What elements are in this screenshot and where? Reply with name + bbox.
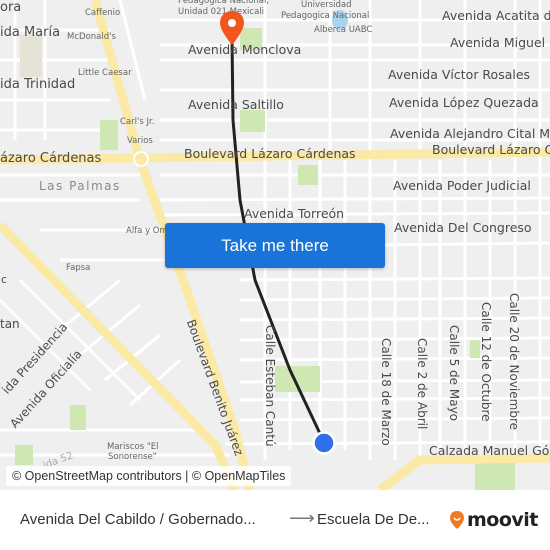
street-label: Calzada Manuel Góm xyxy=(429,443,550,458)
street-label: Calle 20 de Noviembre xyxy=(507,293,521,430)
street-label: ora xyxy=(0,0,22,15)
street-label: c xyxy=(1,273,8,286)
map-attribution[interactable]: © OpenStreetMap contributors | © OpenMap… xyxy=(6,466,292,486)
origin-dot-icon[interactable] xyxy=(312,431,336,455)
street-label: Avenida Del Congreso xyxy=(394,220,532,235)
street-label: ázaro Cárdenas xyxy=(0,151,102,166)
poi-label: Alfa y Om xyxy=(126,226,168,236)
street-label: Avenida Saltillo xyxy=(188,97,284,112)
take-me-there-button[interactable]: Take me there xyxy=(165,223,385,268)
street-label: ida María xyxy=(0,25,61,40)
street-label: Avenida Acatita de xyxy=(442,8,550,23)
destination-pin-icon[interactable] xyxy=(219,10,245,46)
street-label: Calle 12 de Octubre xyxy=(479,302,493,422)
street-label: Boulevard Lázaro Cárdenas xyxy=(184,146,356,161)
poi-label: Sonorense" xyxy=(108,452,157,462)
destination-name: Escuela De De... xyxy=(317,511,430,528)
district-label: Las Palmas xyxy=(39,179,121,193)
poi-label: Pedagogica Nacional, xyxy=(178,0,270,6)
moovit-logo[interactable]: moovit xyxy=(449,509,538,531)
poi-label: Little Caesar xyxy=(78,68,132,78)
street-label: Calle 18 de Marzo xyxy=(379,338,393,446)
street-label: Boulevard Lázaro Cárdenas xyxy=(432,142,550,157)
building-block xyxy=(20,35,42,77)
map[interactable]: ida María ida Trinidad ora ázaro Cárdena… xyxy=(0,0,550,490)
street-label: Avenida López Quezada xyxy=(389,95,539,110)
street-label: ida Trinidad xyxy=(0,77,76,92)
poi-label: Varios xyxy=(127,136,153,146)
street-label: Avenida Torreón xyxy=(244,206,345,221)
street-label: Avenida Miguel B xyxy=(450,35,550,50)
poi-label: Alberca UABC xyxy=(314,25,373,35)
poi-label: Pedagogica Nacional xyxy=(281,11,370,21)
poi-label: Universidad xyxy=(301,0,352,10)
poi-label: McDonald's xyxy=(67,32,116,42)
poi-label: Carl's Jr. xyxy=(120,117,155,127)
street-label: Avenida Poder Judicial xyxy=(393,178,531,193)
origin-stop-name: Avenida Del Cabildo / Gobernado... xyxy=(20,511,256,528)
street-label: Avenida Alejandro Cital Mer xyxy=(390,126,550,141)
street-label: tan xyxy=(0,317,20,331)
arrow-right-icon: ⟶ xyxy=(289,508,315,528)
footer-bar: Avenida Del Cabildo / Gobernado... ⟶ Esc… xyxy=(0,490,550,550)
poi-label: Caffenio xyxy=(85,8,121,18)
poi-label: Mariscos "El xyxy=(107,442,159,452)
street-label: Calle 2 de Abril xyxy=(415,338,429,430)
moovit-pin-icon xyxy=(450,511,464,529)
street-label: Calle 5 de Mayo xyxy=(447,325,461,422)
street-label: Avenida Víctor Rosales xyxy=(388,67,531,82)
street-label: Calle Esteban Cantú xyxy=(263,325,277,447)
moovit-wordmark: moovit xyxy=(467,509,538,531)
poi-label: Fapsa xyxy=(66,263,91,273)
